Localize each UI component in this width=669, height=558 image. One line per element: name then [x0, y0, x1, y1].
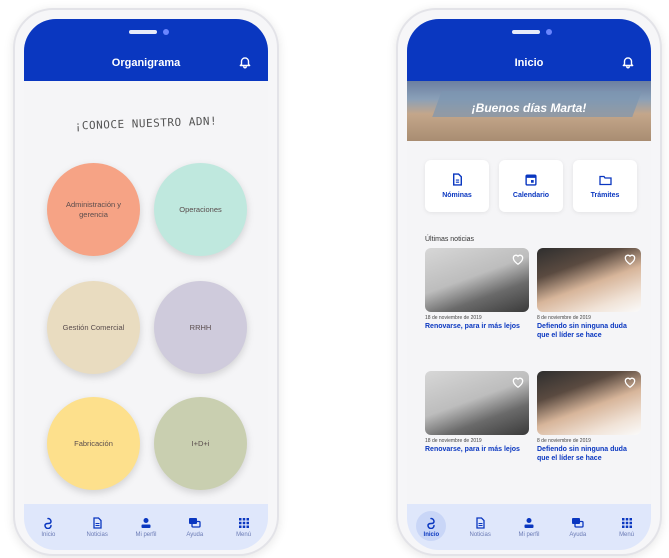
nav-item-ayuda[interactable]: Ayuda — [173, 517, 217, 538]
heart-icon[interactable] — [623, 375, 637, 389]
bell-icon[interactable] — [621, 55, 635, 69]
phone-inicio: Inicio ¡Buenos días Marta! Nóminas Calen… — [396, 8, 662, 556]
dept-gestion-comercial[interactable]: Gestión Comercial — [47, 281, 140, 374]
screen-inicio: Inicio ¡Buenos días Marta! Nóminas Calen… — [407, 19, 651, 550]
nav-item-ayuda[interactable]: Ayuda — [556, 517, 600, 538]
dept-fabricacion[interactable]: Fabricación — [47, 397, 140, 490]
grid-icon — [621, 517, 632, 528]
document-icon — [476, 516, 485, 529]
nav-item-inicio[interactable]: Inicio — [26, 517, 70, 538]
nav-label: Mi perfil — [518, 531, 540, 538]
dept-label: Gestión Comercial — [62, 322, 125, 332]
chat-icon — [572, 517, 584, 528]
dept-label: Administración y gerencia — [65, 200, 122, 219]
stage: Organigrama ¡CONOCE NUESTRO ADN! Adminis… — [0, 0, 669, 558]
bottom-nav: Inicio Noticias Mi perfil Ayuda Menú — [24, 504, 268, 550]
news-image-hands — [537, 371, 641, 435]
app-bar: Organigrama — [24, 19, 268, 81]
news-title[interactable]: Renovarse, para ir más lejos — [425, 322, 529, 331]
quick-link-label: Nóminas — [442, 192, 472, 199]
news-date: 8 de noviembre de 2019 — [537, 438, 591, 444]
speaker-icon — [129, 30, 157, 34]
news-title[interactable]: Renovarse, para ir más lejos — [425, 445, 529, 454]
dept-idi[interactable]: I+D+i — [154, 397, 247, 490]
home-swirl-icon — [44, 517, 53, 529]
folder-icon — [598, 175, 612, 185]
camera-icon — [163, 29, 169, 35]
nav-label: Ayuda — [186, 531, 204, 538]
bell-icon[interactable] — [238, 55, 252, 69]
news-image-hands — [537, 248, 641, 312]
nav-label: Inicio — [423, 531, 440, 538]
news-card[interactable]: 8 de noviembre de 2019 Defiendo sin ning… — [537, 371, 641, 463]
dept-label: RRHH — [189, 322, 212, 332]
hero-banner: ¡Buenos días Marta! — [407, 81, 651, 141]
heart-icon[interactable] — [511, 375, 525, 389]
bottom-nav: Inicio Noticias Mi perfil Ayuda Menú — [407, 504, 651, 550]
person-icon — [141, 517, 151, 528]
news-date: 18 de noviembre de 2019 — [425, 438, 482, 444]
greeting: ¡Buenos días Marta! — [471, 101, 587, 115]
news-title[interactable]: Defiendo sin ninguna duda que el líder s… — [537, 322, 641, 340]
news-title[interactable]: Defiendo sin ninguna duda que el líder s… — [537, 445, 641, 463]
page-title: Inicio — [514, 57, 544, 69]
nav-item-mi-perfil[interactable]: Mi perfil — [507, 517, 551, 538]
news-card[interactable]: 18 de noviembre de 2019 Renovarse, para … — [425, 248, 529, 331]
news-card[interactable]: 18 de noviembre de 2019 Renovarse, para … — [425, 371, 529, 454]
dept-label: Operaciones — [179, 204, 222, 214]
news-image-laptop — [425, 371, 529, 435]
news-section-title: Últimas noticias — [425, 236, 475, 243]
dept-operaciones[interactable]: Operaciones — [154, 163, 247, 256]
nav-label: Menú — [619, 531, 635, 538]
phone-notch — [494, 25, 564, 39]
nav-item-menu[interactable]: Menú — [222, 517, 266, 538]
nav-item-noticias[interactable]: Noticias — [75, 516, 119, 538]
calendar-icon — [525, 174, 537, 186]
dept-rrhh[interactable]: RRHH — [154, 281, 247, 374]
speaker-icon — [512, 30, 540, 34]
document-icon — [452, 173, 462, 186]
grid-icon — [238, 517, 249, 528]
phone-organigrama: Organigrama ¡CONOCE NUESTRO ADN! Adminis… — [13, 8, 279, 556]
dna-heading: ¡CONOCE NUESTRO ADN! — [74, 114, 218, 133]
nav-label: Mi perfil — [135, 531, 157, 538]
heart-icon[interactable] — [511, 252, 525, 266]
nav-label: Ayuda — [569, 531, 587, 538]
news-date: 18 de noviembre de 2019 — [425, 315, 482, 321]
dept-label: Fabricación — [74, 438, 113, 448]
news-card[interactable]: 8 de noviembre de 2019 Defiendo sin ning… — [537, 248, 641, 340]
nav-item-noticias[interactable]: Noticias — [458, 516, 502, 538]
dept-label: I+D+i — [191, 438, 210, 448]
nav-item-mi-perfil[interactable]: Mi perfil — [124, 517, 168, 538]
quick-link-label: Calendario — [512, 192, 550, 199]
page-title: Organigrama — [111, 57, 181, 69]
nav-label: Inicio — [41, 531, 56, 538]
home-swirl-icon — [427, 517, 436, 529]
app-bar: Inicio — [407, 19, 651, 81]
quick-link-calendario[interactable]: Calendario — [499, 160, 563, 212]
news-image-laptop — [425, 248, 529, 312]
chat-icon — [189, 517, 201, 528]
nav-label: Noticias — [469, 531, 491, 538]
screen-organigrama: Organigrama ¡CONOCE NUESTRO ADN! Adminis… — [24, 19, 268, 550]
nav-item-inicio[interactable]: Inicio — [409, 510, 453, 541]
phone-notch — [111, 25, 181, 39]
nav-label: Menú — [236, 531, 252, 538]
nav-label: Noticias — [86, 531, 108, 538]
quick-link-label: Trámites — [590, 191, 620, 199]
quick-link-tramites[interactable]: Trámites — [573, 160, 637, 212]
nav-item-menu[interactable]: Menú — [605, 517, 649, 538]
document-icon — [93, 516, 102, 529]
dept-administracion[interactable]: Administración y gerencia — [47, 163, 140, 256]
heart-icon[interactable] — [623, 252, 637, 266]
person-icon — [524, 517, 534, 528]
quick-link-nominas[interactable]: Nóminas — [425, 160, 489, 212]
news-date: 8 de noviembre de 2019 — [537, 315, 591, 321]
camera-icon — [546, 29, 552, 35]
